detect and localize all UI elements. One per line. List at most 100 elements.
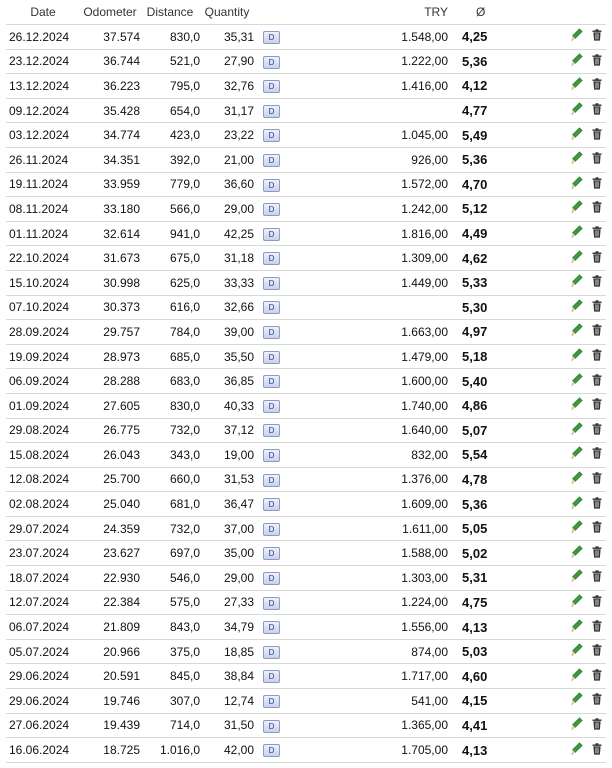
- pencil-icon[interactable]: [571, 372, 583, 390]
- pencil-icon[interactable]: [571, 446, 583, 463]
- pencil-icon[interactable]: [571, 471, 583, 488]
- pencil-icon[interactable]: [571, 717, 583, 734]
- trash-icon[interactable]: [592, 103, 602, 118]
- trash-icon[interactable]: [592, 275, 602, 290]
- trash-icon[interactable]: [592, 324, 602, 339]
- d-badge[interactable]: D: [263, 547, 280, 561]
- d-badge[interactable]: D: [263, 621, 280, 635]
- d-badge[interactable]: D: [263, 80, 280, 94]
- pencil-icon[interactable]: [571, 520, 583, 537]
- d-badge[interactable]: D: [263, 129, 280, 143]
- trash-icon[interactable]: [592, 250, 602, 266]
- d-badge[interactable]: D: [263, 30, 280, 44]
- trash-icon[interactable]: [592, 570, 602, 585]
- pencil-icon[interactable]: [571, 102, 583, 119]
- trash-icon[interactable]: [592, 78, 602, 93]
- trash-icon[interactable]: [592, 595, 602, 610]
- pencil-icon[interactable]: [571, 323, 583, 340]
- pencil-icon[interactable]: [571, 668, 583, 685]
- d-badge[interactable]: D: [263, 104, 280, 118]
- pencil-icon[interactable]: [571, 741, 583, 759]
- header-distance[interactable]: Distance: [140, 0, 200, 25]
- trash-icon[interactable]: [592, 398, 602, 413]
- pencil-icon[interactable]: [571, 299, 583, 316]
- pencil-icon[interactable]: [571, 127, 583, 144]
- trash-icon[interactable]: [592, 29, 602, 44]
- pencil-icon[interactable]: [571, 225, 583, 242]
- d-badge[interactable]: D: [263, 449, 280, 463]
- d-badge[interactable]: D: [263, 375, 280, 389]
- cell-quantity: 35,31: [200, 24, 254, 50]
- pencil-icon[interactable]: [571, 151, 583, 168]
- pencil-icon[interactable]: [571, 495, 583, 513]
- pencil-icon[interactable]: [571, 274, 583, 291]
- cell-average: 4,12: [448, 73, 518, 99]
- trash-icon[interactable]: [592, 669, 602, 684]
- d-badge[interactable]: D: [263, 572, 280, 586]
- pencil-icon[interactable]: [571, 28, 583, 45]
- pencil-icon[interactable]: [571, 53, 583, 70]
- trash-icon[interactable]: [592, 496, 602, 512]
- trash-icon[interactable]: [592, 177, 602, 192]
- trash-icon[interactable]: [592, 619, 602, 635]
- pencil-icon[interactable]: [571, 692, 583, 709]
- d-badge[interactable]: D: [263, 55, 280, 69]
- cell-badge: D: [254, 245, 302, 271]
- header-date[interactable]: Date: [6, 0, 80, 25]
- trash-icon[interactable]: [592, 693, 602, 708]
- d-badge[interactable]: D: [263, 522, 280, 536]
- trash-icon[interactable]: [592, 718, 602, 733]
- d-badge[interactable]: D: [263, 301, 280, 315]
- header-quantity[interactable]: Quantity: [200, 0, 254, 25]
- header-average[interactable]: Ø: [448, 0, 518, 25]
- pencil-icon[interactable]: [571, 77, 583, 94]
- d-badge[interactable]: D: [263, 473, 280, 487]
- trash-icon[interactable]: [592, 521, 602, 536]
- d-badge[interactable]: D: [263, 203, 280, 217]
- pencil-icon[interactable]: [571, 250, 583, 267]
- trash-icon[interactable]: [592, 127, 602, 143]
- pencil-icon[interactable]: [571, 397, 583, 414]
- trash-icon[interactable]: [592, 226, 602, 241]
- pencil-icon[interactable]: [571, 618, 583, 636]
- pencil-icon[interactable]: [571, 643, 583, 660]
- header-currency[interactable]: TRY: [302, 0, 448, 25]
- d-badge[interactable]: D: [263, 350, 280, 364]
- d-badge[interactable]: D: [263, 694, 280, 708]
- trash-icon[interactable]: [592, 423, 602, 438]
- trash-icon[interactable]: [592, 152, 602, 167]
- d-badge[interactable]: D: [263, 227, 280, 241]
- pencil-icon[interactable]: [571, 569, 583, 586]
- trash-icon[interactable]: [592, 201, 602, 216]
- d-badge[interactable]: D: [263, 399, 280, 413]
- d-badge[interactable]: D: [263, 178, 280, 192]
- trash-icon[interactable]: [592, 373, 602, 389]
- d-badge[interactable]: D: [263, 719, 280, 733]
- pencil-icon[interactable]: [571, 176, 583, 193]
- trash-icon[interactable]: [592, 546, 602, 561]
- pencil-icon[interactable]: [571, 545, 583, 562]
- header-odometer[interactable]: Odometer: [80, 0, 140, 25]
- d-badge[interactable]: D: [263, 276, 280, 290]
- pencil-icon[interactable]: [571, 594, 583, 611]
- pencil-icon[interactable]: [571, 422, 583, 439]
- d-badge[interactable]: D: [263, 498, 280, 512]
- d-badge[interactable]: D: [263, 596, 280, 610]
- trash-icon[interactable]: [592, 644, 602, 659]
- d-badge[interactable]: D: [263, 670, 280, 684]
- pencil-icon[interactable]: [571, 200, 583, 217]
- d-badge[interactable]: D: [263, 153, 280, 167]
- trash-icon[interactable]: [592, 472, 602, 487]
- trash-icon[interactable]: [592, 742, 602, 758]
- trash-icon[interactable]: [592, 349, 602, 364]
- d-badge[interactable]: D: [263, 252, 280, 266]
- trash-icon[interactable]: [592, 300, 602, 315]
- pencil-icon[interactable]: [571, 348, 583, 365]
- table-row: 05.07.2024 20.966 375,0 18,85 D 874,00 5…: [6, 639, 606, 665]
- trash-icon[interactable]: [592, 447, 602, 462]
- trash-icon[interactable]: [592, 54, 602, 69]
- d-badge[interactable]: D: [263, 326, 280, 340]
- d-badge[interactable]: D: [263, 645, 280, 659]
- d-badge[interactable]: D: [263, 424, 280, 438]
- d-badge[interactable]: D: [263, 744, 280, 758]
